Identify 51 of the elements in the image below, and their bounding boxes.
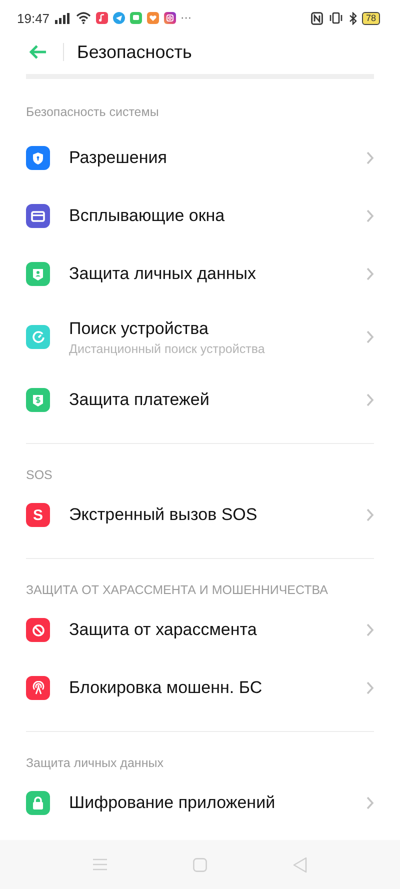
wifi-icon bbox=[76, 12, 91, 24]
item-label: Шифрование приложений bbox=[69, 793, 276, 813]
chevron-icon bbox=[366, 623, 374, 637]
chevron-icon bbox=[366, 393, 374, 407]
vibrate-icon bbox=[328, 12, 344, 24]
settings-item[interactable]: Разрешения bbox=[26, 129, 374, 187]
settings-item[interactable]: Всплывающие окна bbox=[26, 187, 374, 245]
item-label: Защита от харассмента bbox=[69, 620, 258, 640]
menu-icon[interactable] bbox=[93, 858, 107, 871]
item-label: Защита личных данных bbox=[69, 264, 257, 284]
bluetooth-icon bbox=[348, 12, 357, 24]
item-subtitle: Дистанционный поиск устройства bbox=[69, 342, 266, 356]
back-button[interactable] bbox=[27, 43, 49, 61]
sos-icon: S bbox=[26, 503, 50, 527]
back-icon[interactable] bbox=[293, 856, 307, 872]
settings-item[interactable]: Шифрование приложений bbox=[26, 774, 374, 832]
settings-item[interactable]: Защита от харассмента bbox=[26, 601, 374, 659]
settings-item[interactable]: Защита личных данных bbox=[26, 245, 374, 303]
item-label: Всплывающие окна bbox=[69, 206, 226, 226]
chevron-icon bbox=[366, 267, 374, 281]
item-label: Поиск устройства bbox=[69, 318, 210, 338]
chevron-icon bbox=[366, 681, 374, 695]
section-header: SOS bbox=[26, 467, 54, 484]
settings-item[interactable]: Блокировка мошенн. БС bbox=[26, 659, 374, 717]
heart-app-icon bbox=[146, 12, 159, 24]
item-label: Разрешения bbox=[69, 148, 168, 168]
settings-item[interactable]: Поиск устройства Дистанционный поиск устройства bbox=[26, 303, 374, 371]
settings-item[interactable]: Защита платежей bbox=[26, 371, 374, 429]
home-icon[interactable] bbox=[193, 858, 207, 872]
camera-app-icon bbox=[164, 12, 176, 24]
music-app-icon bbox=[96, 12, 108, 24]
chevron-icon bbox=[366, 330, 374, 344]
nfc-icon bbox=[310, 12, 323, 24]
chevron-icon bbox=[366, 209, 374, 223]
status-time: 19:47 bbox=[17, 10, 50, 26]
more-notifications: ··· bbox=[180, 12, 192, 24]
chevron-icon bbox=[366, 508, 374, 522]
settings-item[interactable]: S Экстренный вызов SOS bbox=[26, 486, 374, 544]
section-header: Защита личных данных bbox=[26, 755, 164, 772]
paper-plane-app-icon bbox=[112, 12, 125, 24]
battery-level: 78 bbox=[362, 12, 380, 24]
section-header: ЗАЩИТА ОТ ХАРАССМЕНТА И МОШЕННИЧЕСТВА bbox=[26, 582, 330, 599]
signal-icon bbox=[54, 12, 71, 24]
item-label: Блокировка мошенн. БС bbox=[69, 678, 264, 698]
chevron-icon bbox=[366, 796, 374, 810]
section-header: Безопасность системы bbox=[26, 104, 160, 121]
page-title: Безопасность bbox=[77, 42, 192, 62]
chat-app-icon bbox=[130, 12, 142, 24]
item-label: Защита платежей bbox=[69, 390, 210, 410]
item-label: Экстренный вызов SOS bbox=[69, 505, 258, 525]
chevron-icon bbox=[366, 151, 374, 165]
